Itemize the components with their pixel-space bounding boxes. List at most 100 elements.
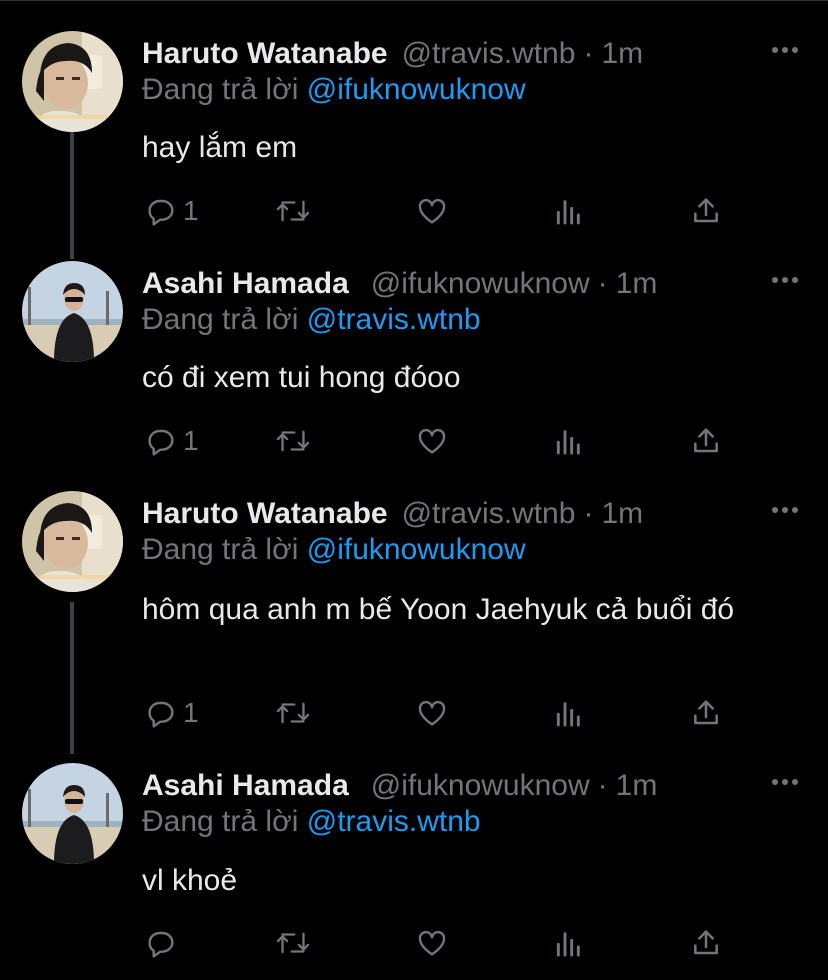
tweet-actions: 1 — [142, 421, 742, 461]
avatar[interactable] — [22, 31, 123, 132]
reply-button[interactable] — [145, 923, 183, 963]
reply-context: Đang trả lời @travis.wtnb — [142, 303, 481, 337]
like-button[interactable] — [416, 191, 448, 231]
comment-icon — [148, 199, 174, 226]
author-name[interactable]: Haruto Watanabe — [142, 497, 388, 531]
timestamp[interactable]: 1m — [616, 769, 658, 803]
reply-handle-link[interactable]: @ifuknowuknow — [307, 533, 526, 566]
analytics-icon — [556, 702, 580, 727]
asahi-avatar-image — [22, 261, 123, 362]
share-icon — [694, 700, 718, 725]
reply-prefix: Đang trả lời — [142, 533, 307, 566]
share-button[interactable] — [690, 693, 722, 733]
retweet-button[interactable] — [276, 923, 310, 963]
retweet-icon — [276, 430, 310, 452]
share-icon — [694, 428, 718, 453]
more-icon[interactable] — [772, 275, 798, 285]
tweet[interactable]: Asahi Hamada @ifuknowuknow · 1m Đang trả… — [0, 763, 828, 973]
author-handle[interactable]: @travis.wtnb — [402, 497, 576, 531]
reply-count: 1 — [183, 425, 199, 456]
tweet-header: Asahi Hamada @ifuknowuknow · 1m — [142, 764, 657, 808]
comment-icon — [148, 701, 174, 728]
share-icon — [694, 930, 718, 955]
separator-dot: · — [583, 37, 594, 70]
tweet-actions: 1 — [142, 693, 742, 733]
tweet[interactable]: Asahi Hamada @ifuknowuknow · 1m Đang trả… — [0, 261, 828, 461]
retweet-icon — [276, 200, 310, 222]
separator-dot: · — [597, 769, 608, 802]
haruto-avatar-image — [22, 31, 123, 132]
heart-icon — [418, 700, 446, 726]
reply-button[interactable]: 1 — [145, 421, 199, 461]
tweet-text: hay lắm em — [142, 131, 298, 164]
heart-icon — [418, 428, 446, 454]
share-button[interactable] — [690, 923, 722, 963]
tweet-actions — [142, 923, 742, 963]
heart-icon — [418, 930, 446, 956]
haruto-avatar-image — [22, 491, 123, 592]
tweet-thread: Haruto Watanabe @travis.wtnb · 1m Đang t… — [0, 0, 828, 980]
tweet-text: vl khoẻ — [142, 864, 238, 897]
tweet-header: Asahi Hamada @ifuknowuknow · 1m — [142, 262, 657, 306]
reply-handle-link[interactable]: @travis.wtnb — [307, 303, 481, 336]
reply-handle-link[interactable]: @travis.wtnb — [307, 805, 481, 838]
timestamp[interactable]: 1m — [601, 497, 643, 531]
author-handle[interactable]: @ifuknowuknow — [371, 267, 590, 301]
tweet-text: có đi xem tui hong đóoo — [142, 361, 461, 394]
analytics-icon — [556, 430, 580, 455]
separator-dot: · — [583, 497, 594, 530]
more-icon[interactable] — [772, 45, 798, 55]
separator-dot: · — [597, 267, 608, 300]
views-button[interactable] — [554, 191, 584, 231]
comment-icon — [148, 931, 174, 958]
more-icon[interactable] — [772, 777, 798, 787]
reply-button[interactable]: 1 — [145, 693, 199, 733]
avatar[interactable] — [22, 491, 123, 592]
retweet-icon — [276, 932, 310, 954]
like-button[interactable] — [416, 923, 448, 963]
reply-context: Đang trả lời @ifuknowuknow — [142, 73, 526, 107]
timestamp[interactable]: 1m — [601, 37, 643, 71]
analytics-icon — [556, 932, 580, 957]
reply-prefix: Đang trả lời — [142, 303, 307, 336]
tweet[interactable]: Haruto Watanabe @travis.wtnb · 1m Đang t… — [0, 31, 828, 231]
reply-prefix: Đang trả lời — [142, 805, 307, 838]
tweet-text: hôm qua anh m bế Yoon Jaehyuk cả buổi đó — [142, 593, 735, 626]
author-name[interactable]: Asahi Hamada — [142, 267, 349, 301]
like-button[interactable] — [416, 693, 448, 733]
reply-count: 1 — [183, 697, 199, 728]
reply-context: Đang trả lời @ifuknowuknow — [142, 533, 526, 567]
tweet-actions: 1 — [142, 191, 742, 231]
avatar[interactable] — [22, 261, 123, 362]
like-button[interactable] — [416, 421, 448, 461]
more-icon[interactable] — [772, 505, 798, 515]
share-icon — [694, 198, 718, 223]
comment-icon — [148, 429, 174, 456]
author-handle[interactable]: @travis.wtnb — [402, 37, 576, 71]
author-handle[interactable]: @ifuknowuknow — [371, 769, 590, 803]
retweet-icon — [276, 702, 310, 724]
asahi-avatar-image — [22, 763, 123, 864]
views-button[interactable] — [554, 923, 584, 963]
retweet-button[interactable] — [276, 693, 310, 733]
author-name[interactable]: Asahi Hamada — [142, 769, 349, 803]
retweet-button[interactable] — [276, 191, 310, 231]
author-name[interactable]: Haruto Watanabe — [142, 37, 388, 71]
share-button[interactable] — [690, 421, 722, 461]
views-button[interactable] — [554, 421, 584, 461]
reply-count: 1 — [183, 195, 199, 226]
tweet-header: Haruto Watanabe @travis.wtnb · 1m — [142, 492, 643, 536]
reply-context: Đang trả lời @travis.wtnb — [142, 805, 481, 839]
retweet-button[interactable] — [276, 421, 310, 461]
reply-button[interactable]: 1 — [145, 191, 199, 231]
share-button[interactable] — [690, 191, 722, 231]
analytics-icon — [556, 200, 580, 225]
timestamp[interactable]: 1m — [616, 267, 658, 301]
reply-prefix: Đang trả lời — [142, 73, 307, 106]
tweet[interactable]: Haruto Watanabe @travis.wtnb · 1m Đang t… — [0, 491, 828, 731]
heart-icon — [418, 198, 446, 224]
avatar[interactable] — [22, 763, 123, 864]
views-button[interactable] — [554, 693, 584, 733]
tweet-header: Haruto Watanabe @travis.wtnb · 1m — [142, 32, 643, 76]
reply-handle-link[interactable]: @ifuknowuknow — [307, 73, 526, 106]
